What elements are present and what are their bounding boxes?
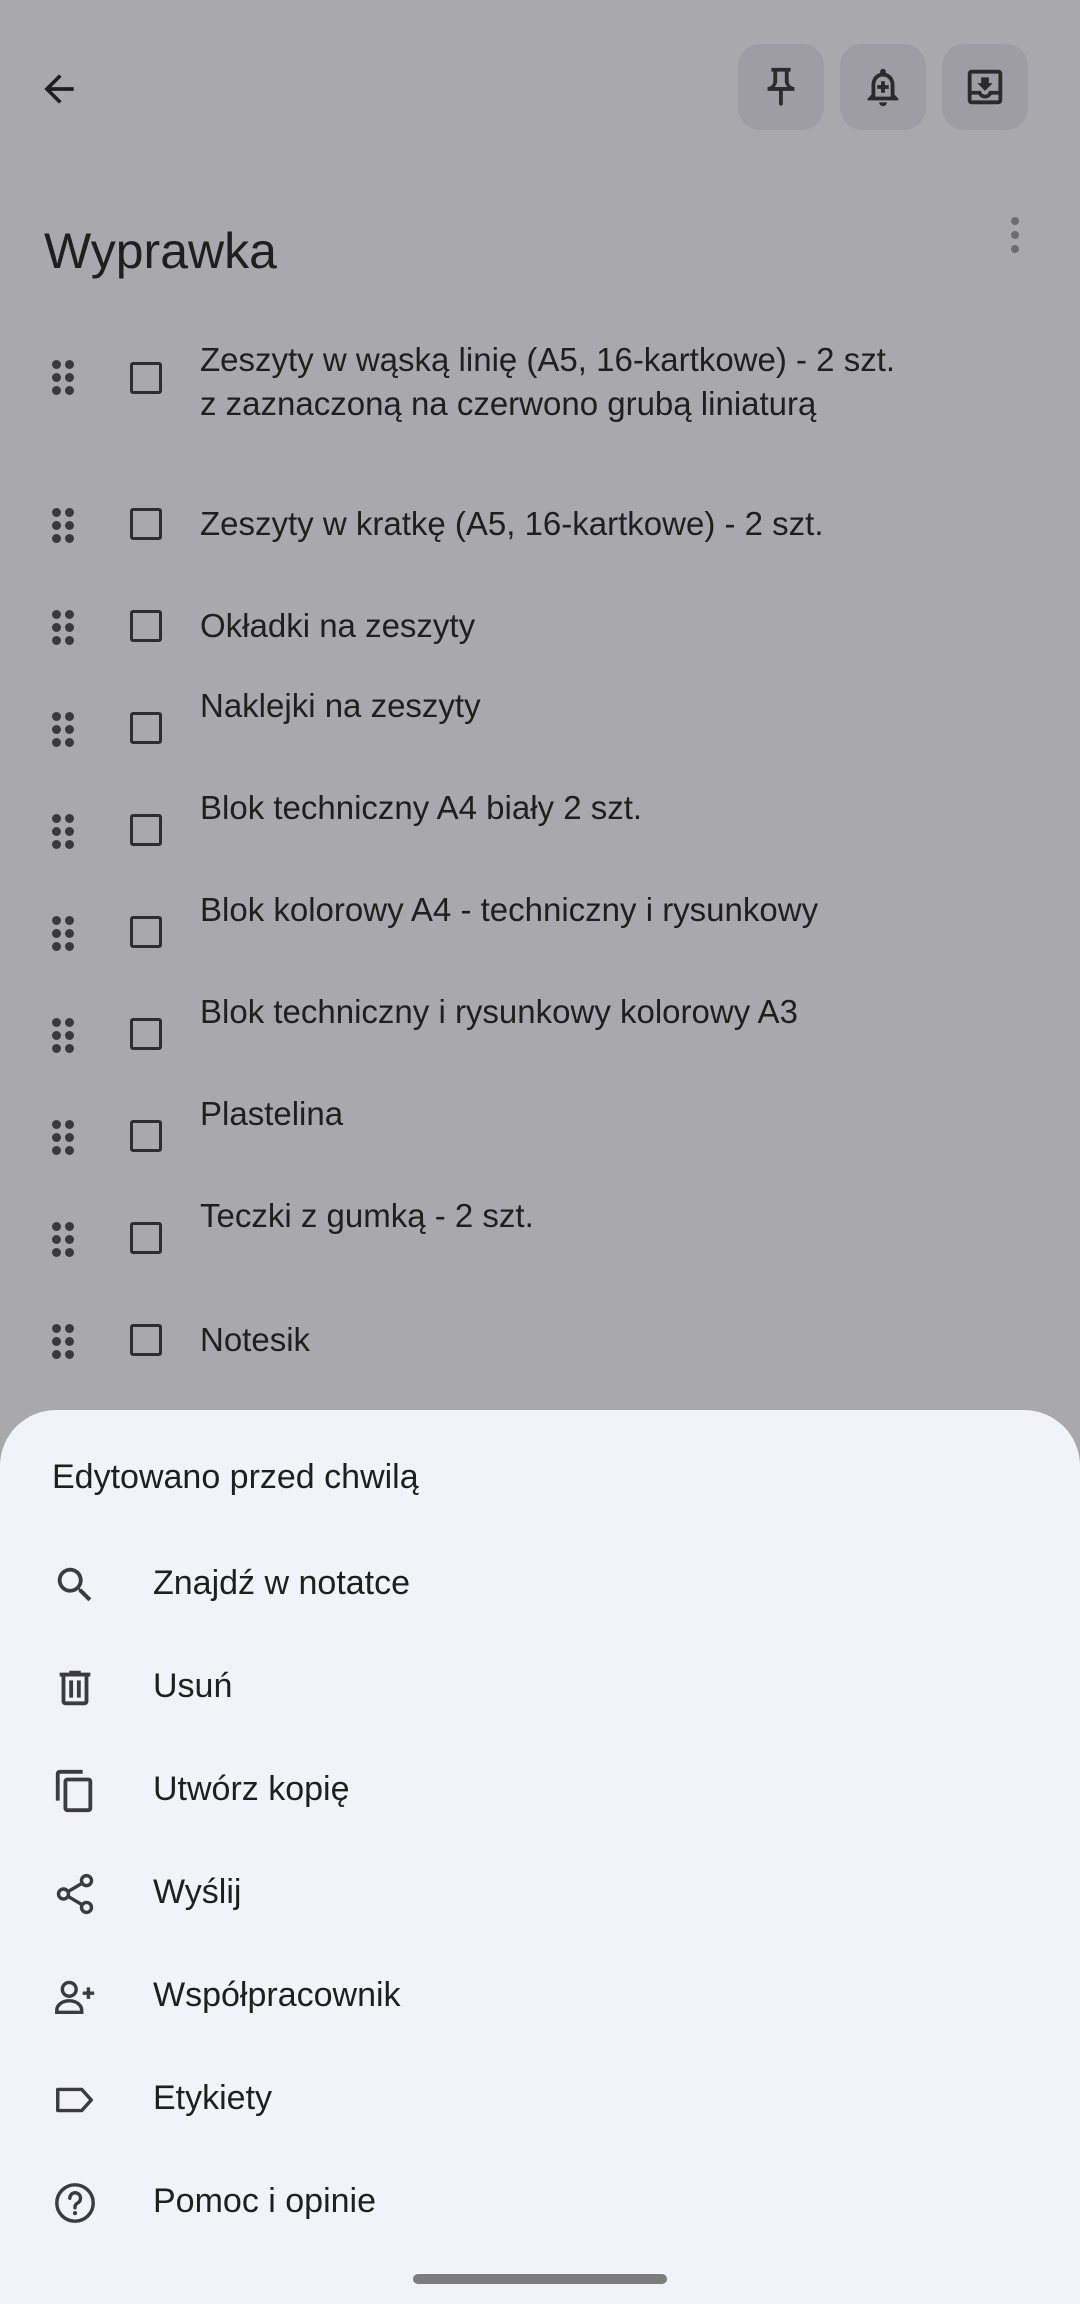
trash-icon (59, 1670, 91, 1706)
reminder-button[interactable] (840, 44, 926, 130)
archive-button[interactable] (942, 44, 1028, 130)
search-icon (57, 1567, 92, 1602)
pin-icon (767, 67, 795, 107)
menu-item-label: Znajdź w notatce (153, 1564, 411, 1602)
pin-button[interactable] (738, 44, 824, 130)
item-text[interactable]: Zeszyty w kratkę (A5, 16-kartkowe) - 2 s… (200, 502, 824, 546)
checkbox[interactable] (130, 1120, 162, 1152)
checkbox[interactable] (130, 712, 162, 744)
menu-item-collaborator[interactable]: Współpracownik (0, 1946, 1080, 2046)
item-text[interactable]: Zeszyty w wąską linię (A5, 16-kartkowe) … (200, 338, 895, 426)
drag-handle-icon[interactable] (48, 1322, 78, 1362)
back-arrow-icon (44, 74, 74, 104)
item-text[interactable]: Notesik (200, 1318, 310, 1362)
menu-item-make-copy[interactable]: Utwórz kopię (0, 1740, 1080, 1840)
menu-item-label: Etykiety (153, 2079, 273, 2117)
drag-handle-icon[interactable] (48, 1016, 78, 1056)
checkbox[interactable] (130, 1018, 162, 1050)
back-button[interactable] (28, 58, 90, 120)
drag-handle-icon[interactable] (48, 506, 78, 546)
item-text[interactable]: Blok kolorowy A4 - techniczny i rysunkow… (200, 888, 818, 932)
reminder-bell-icon (867, 68, 899, 107)
add-person-icon (55, 1980, 95, 2015)
label-icon (56, 2087, 94, 2113)
more-options-button[interactable] (990, 210, 1040, 260)
item-text[interactable]: Plastelina (200, 1092, 343, 1136)
archive-icon (967, 69, 1003, 105)
checkbox[interactable] (130, 916, 162, 948)
drag-handle-icon[interactable] (48, 1118, 78, 1158)
bottom-sheet-menu: Edytowano przed chwilą Znajdź w notatce … (0, 1410, 1080, 2304)
item-text[interactable]: Okładki na zeszyty (200, 604, 475, 648)
menu-item-label: Współpracownik (153, 1976, 401, 2014)
more-vert-icon (1011, 217, 1019, 253)
menu-item-find-in-note[interactable]: Znajdź w notatce (0, 1534, 1080, 1634)
item-text[interactable]: Blok techniczny i rysunkowy kolorowy A3 (200, 990, 798, 1034)
top-app-bar (0, 0, 1080, 175)
gesture-navigation-bar[interactable] (413, 2274, 667, 2284)
checkbox[interactable] (130, 508, 162, 540)
item-text[interactable]: Blok techniczny A4 biały 2 szt. (200, 786, 642, 830)
drag-handle-icon[interactable] (48, 710, 78, 750)
edited-status: Edytowano przed chwilą (52, 1458, 419, 1496)
menu-item-help-feedback[interactable]: Pomoc i opinie (0, 2152, 1080, 2252)
checkbox[interactable] (130, 1324, 162, 1356)
share-icon (56, 1873, 94, 1915)
checkbox[interactable] (130, 362, 162, 394)
drag-handle-icon[interactable] (48, 608, 78, 648)
menu-item-labels[interactable]: Etykiety (0, 2049, 1080, 2149)
menu-item-delete[interactable]: Usuń (0, 1637, 1080, 1737)
checkbox[interactable] (130, 1222, 162, 1254)
help-icon (55, 2183, 95, 2223)
drag-handle-icon[interactable] (48, 914, 78, 954)
menu-item-label: Utwórz kopię (153, 1770, 350, 1808)
drag-handle-icon[interactable] (48, 812, 78, 852)
menu-item-send[interactable]: Wyślij (0, 1843, 1080, 1943)
checkbox[interactable] (130, 610, 162, 642)
drag-handle-icon[interactable] (48, 358, 78, 398)
item-text[interactable]: Teczki z gumką - 2 szt. (200, 1194, 534, 1238)
copy-icon (55, 1769, 93, 1813)
menu-item-label: Usuń (153, 1667, 233, 1705)
menu-item-label: Wyślij (153, 1873, 242, 1911)
item-text[interactable]: Naklejki na zeszyty (200, 684, 481, 728)
checkbox[interactable] (130, 814, 162, 846)
menu-item-label: Pomoc i opinie (153, 2182, 377, 2220)
drag-handle-icon[interactable] (48, 1220, 78, 1260)
note-title[interactable]: Wyprawka (44, 222, 277, 280)
